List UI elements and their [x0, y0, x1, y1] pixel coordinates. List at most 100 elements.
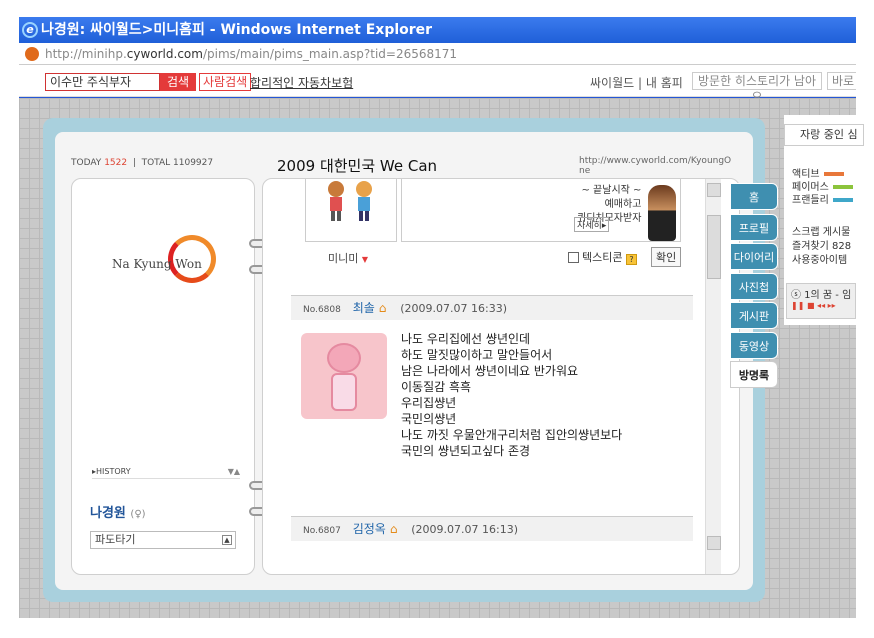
- tab-guestbook[interactable]: 방명록: [730, 361, 778, 388]
- entry-number: No.6808: [303, 305, 341, 315]
- author-minimi-avatar[interactable]: [301, 333, 387, 419]
- owner-name: 나경원 (♀): [90, 502, 146, 521]
- page-background: TODAY 1522 | TOTAL 1109927 2009 대한민국 We …: [19, 98, 856, 618]
- history-link[interactable]: ▸HISTORY ▼▲: [92, 467, 240, 479]
- visitor-counter: TODAY 1522 | TOTAL 1109927: [71, 158, 214, 168]
- search-button[interactable]: 검색: [160, 73, 196, 91]
- scroll-down-button[interactable]: [707, 536, 721, 550]
- stat-bar: [832, 198, 853, 202]
- address-bar[interactable]: http://minihp.cyworld.com/pims/main/pims…: [19, 43, 856, 65]
- tab-home[interactable]: 홈: [730, 183, 778, 210]
- entry-number: No.6807: [303, 526, 341, 536]
- tab-photos[interactable]: 사진첩: [730, 273, 778, 300]
- message-line: 국민의 썅년되고싶다 존경: [401, 444, 531, 458]
- tab-profile[interactable]: 프로필: [730, 214, 778, 241]
- message-line: 나도 까짓 우물안개구리처럼 집안의썅년보다: [401, 428, 623, 442]
- profile-panel: Na Kyung Won ▸HISTORY ▼▲ 나경원 (♀) 파도타기 ▲: [71, 178, 255, 575]
- chevron-up-icon[interactable]: ▲: [222, 535, 232, 545]
- caret-down-icon: ▼: [361, 255, 369, 264]
- site-favicon-icon: [25, 47, 39, 61]
- homepage-url[interactable]: http://www.cyworld.com/KyoungOne: [579, 156, 734, 176]
- message-line: 이동질감 흑흑: [401, 380, 472, 394]
- window-titlebar: e 나경원: 싸이월드>미니홈피 - Windows Internet Expl…: [19, 17, 856, 43]
- emoticon-option[interactable]: 텍스티콘 ?: [568, 249, 637, 265]
- scroll-thumb[interactable]: [707, 215, 721, 279]
- stat-label: 프랜들리: [792, 195, 829, 206]
- ad-detail-button[interactable]: 자세히▸: [574, 217, 610, 232]
- gender-icon: (♀): [130, 509, 146, 520]
- nav-separator: |: [638, 76, 643, 90]
- emoticon-label: 텍스티콘: [582, 251, 623, 264]
- minimi-box: [305, 179, 397, 242]
- guestbook-scrollbar[interactable]: [705, 179, 721, 574]
- entry-number-label: No.: [303, 526, 318, 536]
- entry-message: 나도 우리집에선 썅년인데 하도 말짓많이하고 말안들어서 남은 나라에서 썅년…: [401, 331, 622, 459]
- stat-bar: [832, 185, 853, 189]
- minimi-label: 미니미: [328, 252, 359, 265]
- message-line: 하도 말짓많이하고 말안들어서: [401, 348, 553, 362]
- today-count: 1522: [104, 158, 128, 168]
- history-label: HISTORY: [96, 467, 131, 476]
- menu-tabs: 홈 프로필 다이어리 사진첩 게시판 동영상 방명록: [730, 183, 782, 413]
- confirm-button[interactable]: 확인: [651, 247, 682, 267]
- scrap-count[interactable]: 스크랩 게시물: [792, 223, 850, 238]
- player-controls-icon[interactable]: ❚❚ ■ ◂◂ ▸▸: [791, 301, 851, 310]
- help-icon[interactable]: ?: [625, 254, 637, 265]
- cyworld-link[interactable]: 싸이월드: [590, 76, 634, 90]
- ad-link[interactable]: 합리적인 자동차보험: [250, 74, 353, 91]
- top-links: 싸이월드 | 내 홈피: [590, 74, 683, 91]
- bgm-track: ⓢ 1의 꿈 - 임: [791, 290, 852, 301]
- minihompy-house-icon[interactable]: ⌂: [390, 522, 398, 536]
- avatar-body: [331, 373, 357, 411]
- guestbook-entry-header: No.6808 최솔 ⌂ (2009.07.07 16:33): [291, 295, 693, 320]
- avatar-head: [327, 343, 361, 373]
- minimi-dropdown[interactable]: 미니미 ▼: [328, 250, 368, 266]
- entry-number-value: 6807: [317, 526, 341, 536]
- visit-history-dropdown[interactable]: 방문한 히스토리가 남아요: [692, 72, 822, 104]
- items-in-use[interactable]: 사용중아이템: [792, 251, 847, 266]
- emoticon-checkbox[interactable]: [568, 252, 579, 263]
- tab-videos[interactable]: 동영상: [730, 332, 778, 359]
- url-prefix: http://minihp.: [45, 47, 127, 61]
- browser-window: e 나경원: 싸이월드>미니홈피 - Windows Internet Expl…: [19, 17, 856, 618]
- today-label: TODAY: [71, 158, 102, 168]
- wave-surf-select[interactable]: 파도타기 ▲: [90, 531, 236, 549]
- minihompy-house-icon[interactable]: ⌂: [379, 301, 387, 315]
- shortcut-button[interactable]: 바로: [827, 72, 856, 90]
- url-path: /pims/main/pims_main.asp?tid=26568171: [202, 47, 458, 61]
- message-line: 우리집썅년: [401, 396, 457, 410]
- tab-diary[interactable]: 다이어리: [730, 243, 778, 270]
- entry-date: (2009.07.07 16:33): [400, 302, 507, 315]
- total-count: 1109927: [173, 158, 214, 168]
- tab-board[interactable]: 게시판: [730, 302, 778, 329]
- cyworld-navbar: 이수만 주식부자 검색 사람검색 합리적인 자동차보험 싸이월드 | 내 홈피 …: [19, 65, 856, 104]
- guestbook-panel: ~ 끝날시작 ~ 예매하고 퀴디치모자받자 자세히▸ 미니미 ▼ 텍스티콘 ? …: [262, 178, 740, 575]
- minimi-characters-icon: [328, 181, 372, 221]
- bgm-player[interactable]: ⓢ 1의 꿈 - 임 ❚❚ ■ ◂◂ ▸▸: [786, 283, 856, 319]
- message-line: 나도 우리집에선 썅년인데: [401, 332, 531, 346]
- people-search-button[interactable]: 사람검색: [199, 73, 252, 91]
- guestbook-entry-header: No.6807 김정옥 ⌂ (2009.07.07 16:13): [291, 516, 693, 541]
- history-toggle-icon[interactable]: ▼▲: [228, 467, 240, 476]
- entry-author[interactable]: 김정옥: [353, 522, 386, 536]
- message-line: 국민의썅년: [401, 412, 457, 426]
- search-input[interactable]: 이수만 주식부자: [45, 73, 160, 91]
- ad-banner[interactable]: ~ 끝날시작 ~ 예매하고 퀴디치모자받자 자세히▸: [401, 179, 681, 242]
- entry-number-label: No.: [303, 305, 318, 315]
- entry-number-value: 6808: [317, 305, 341, 315]
- favorites-count[interactable]: 즐겨찾기 828: [792, 237, 851, 252]
- ad-photo: [648, 185, 676, 241]
- side-stat-friendly: 프랜들리: [792, 191, 853, 206]
- entry-date: (2009.07.07 16:13): [411, 523, 519, 536]
- window-title: 나경원: 싸이월드>미니홈피 - Windows Internet Explor…: [41, 22, 433, 38]
- message-line: 남은 나라에서 썅년이네요 반가워요: [401, 364, 579, 378]
- my-home-link[interactable]: 내 홈피: [646, 76, 683, 90]
- stat-bar: [823, 172, 844, 176]
- popular-heading: 자랑 중인 심: [784, 124, 864, 146]
- wave-surf-label: 파도타기: [95, 533, 136, 546]
- entry-author[interactable]: 최솔: [353, 301, 375, 315]
- total-label: TOTAL: [141, 158, 171, 168]
- owner-name-text: 나경원: [90, 506, 126, 521]
- ie-logo-icon: e: [22, 22, 38, 38]
- scroll-up-button[interactable]: [707, 183, 721, 197]
